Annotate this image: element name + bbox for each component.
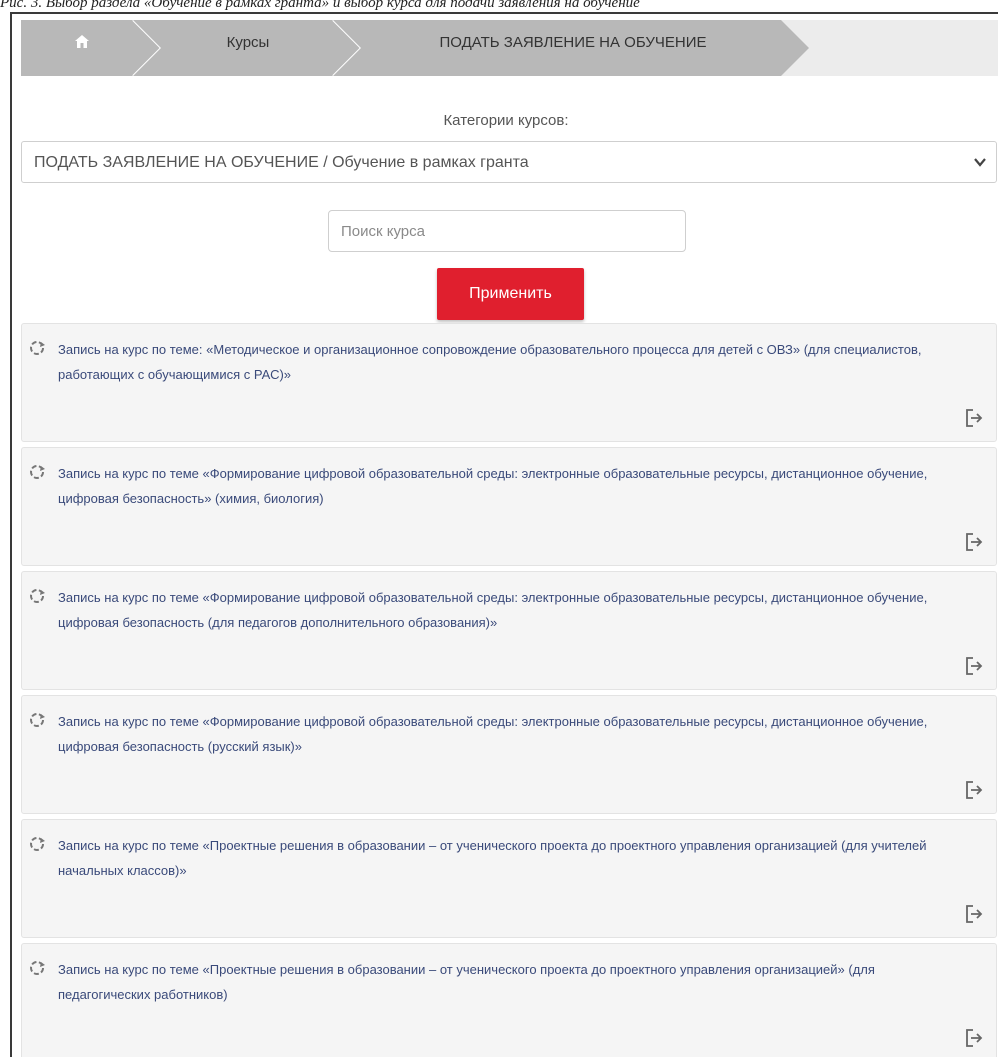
page-frame: Курсы ПОДАТЬ ЗАЯВЛЕНИЕ НА ОБУЧЕНИЕ Катег… <box>10 12 998 1057</box>
course-icon <box>30 961 45 975</box>
enter-icon[interactable] <box>964 408 984 428</box>
course-icon <box>30 713 45 727</box>
course-icon <box>30 589 45 603</box>
breadcrumb-item-apply[interactable]: ПОДАТЬ ЗАЯВЛЕНИЕ НА ОБУЧЕНИЕ <box>333 20 813 76</box>
breadcrumb-label: Курсы <box>226 34 270 51</box>
course-title-link[interactable]: Запись на курс по теме «Проектные решени… <box>58 957 963 1007</box>
enter-icon[interactable] <box>964 656 984 676</box>
breadcrumb-label: ПОДАТЬ ЗАЯВЛЕНИЕ НА ОБУЧЕНИЕ <box>439 34 707 51</box>
course-icon <box>30 465 45 479</box>
document-caption: Рис. 3. Выбор раздела «Обучение в рамках… <box>0 0 640 11</box>
categories-label: Категории курсов: <box>443 112 569 129</box>
course-card: Запись на курс по теме «Проектные решени… <box>21 943 997 1057</box>
course-title-link[interactable]: Запись на курс по теме «Проектные решени… <box>58 833 963 883</box>
course-title-link[interactable]: Запись на курс по теме: «Методическое и … <box>58 337 963 387</box>
course-card: Запись на курс по теме «Формирование циф… <box>21 695 997 814</box>
category-select[interactable]: ПОДАТЬ ЗАЯВЛЕНИЕ НА ОБУЧЕНИЕ / Обучение … <box>21 141 997 183</box>
enter-icon[interactable] <box>964 904 984 924</box>
course-title-link[interactable]: Запись на курс по теме «Формирование циф… <box>58 709 963 759</box>
course-list: Запись на курс по теме: «Методическое и … <box>21 323 997 1057</box>
course-card: Запись на курс по теме: «Методическое и … <box>21 323 997 442</box>
enter-icon[interactable] <box>964 1028 984 1048</box>
course-icon <box>30 837 45 851</box>
chevron-down-icon <box>974 158 986 167</box>
enter-icon[interactable] <box>964 780 984 800</box>
course-title-link[interactable]: Запись на курс по теме «Формирование циф… <box>58 585 963 635</box>
course-icon <box>30 341 45 355</box>
course-card: Запись на курс по теме «Формирование циф… <box>21 447 997 566</box>
course-card: Запись на курс по теме «Формирование циф… <box>21 571 997 690</box>
breadcrumb: Курсы ПОДАТЬ ЗАЯВЛЕНИЕ НА ОБУЧЕНИЕ <box>21 20 998 76</box>
breadcrumb-item-courses[interactable]: Курсы <box>133 20 363 76</box>
enter-icon[interactable] <box>964 532 984 552</box>
course-card: Запись на курс по теме «Проектные решени… <box>21 819 997 938</box>
category-select-value: ПОДАТЬ ЗАЯВЛЕНИЕ НА ОБУЧЕНИЕ / Обучение … <box>34 154 529 171</box>
apply-button[interactable]: Применить <box>437 268 584 320</box>
search-input[interactable] <box>328 210 686 252</box>
course-title-link[interactable]: Запись на курс по теме «Формирование циф… <box>58 461 963 511</box>
